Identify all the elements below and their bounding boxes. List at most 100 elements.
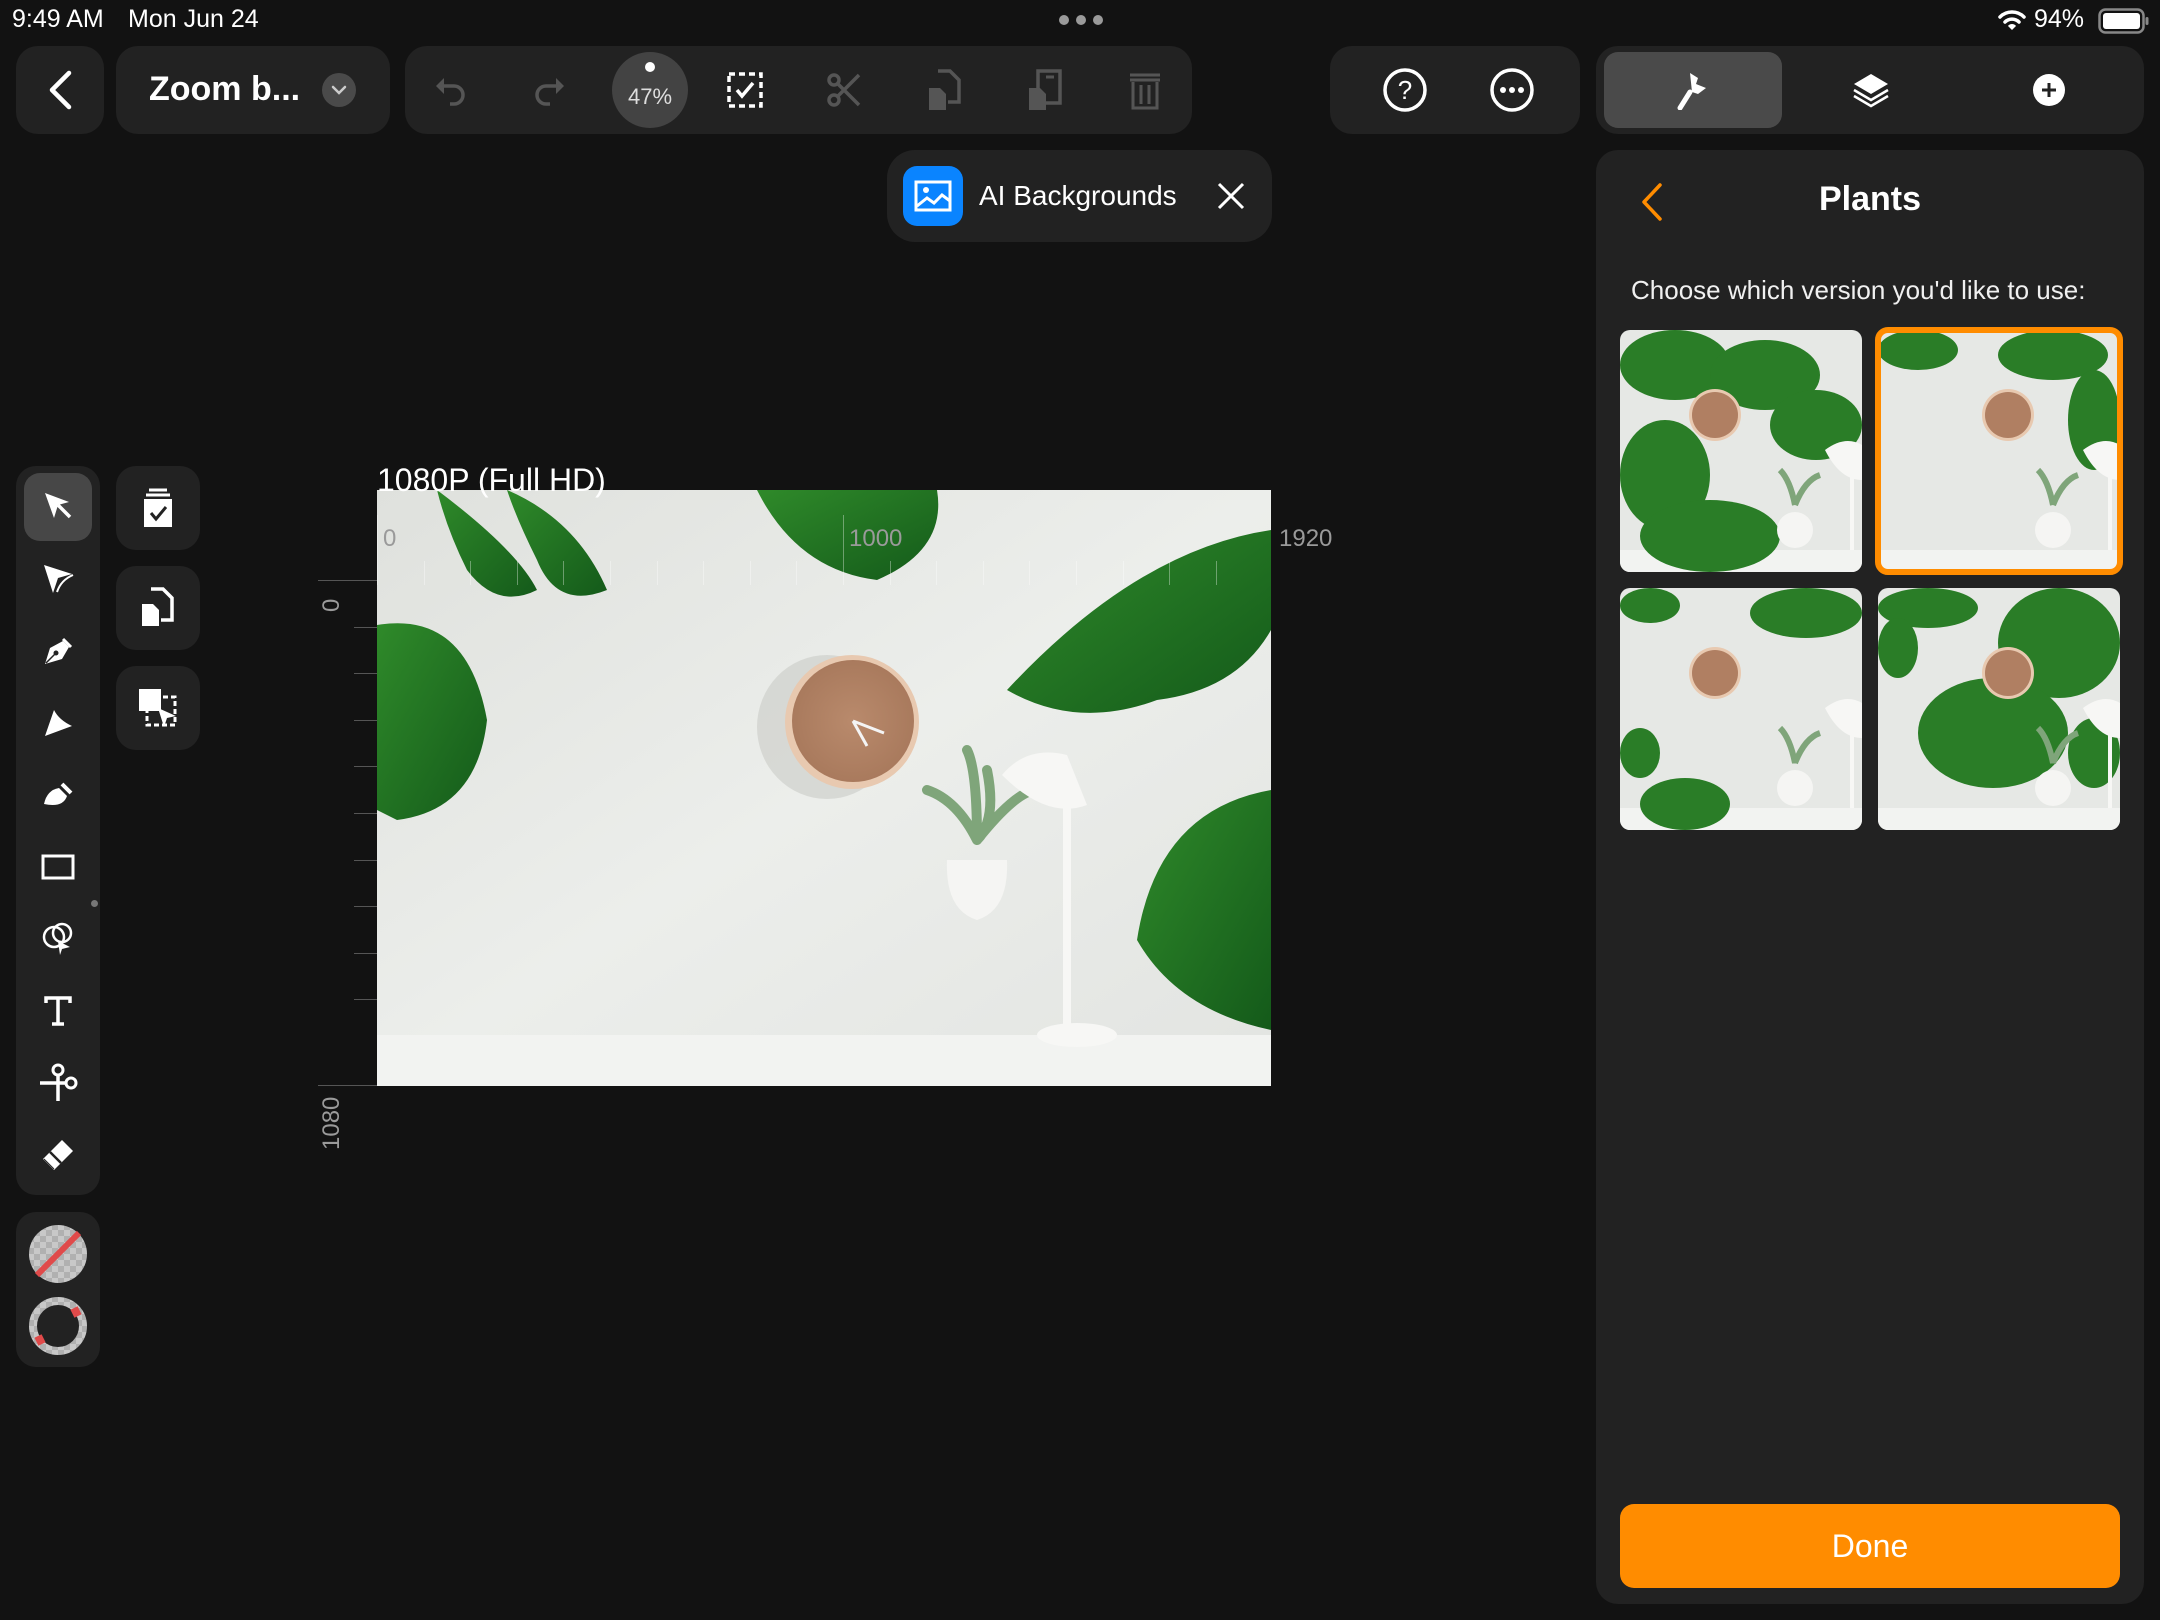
tab-add[interactable] [1960, 52, 2138, 128]
ruler-tick [1169, 561, 1171, 585]
ai-backgrounds-chip: AI Backgrounds [887, 150, 1272, 242]
brush-tool[interactable] [24, 761, 92, 829]
zoom-dot [645, 62, 655, 72]
eraser-tool[interactable] [24, 1121, 92, 1189]
fill-tool[interactable] [24, 905, 92, 973]
brush-icon [1676, 70, 1710, 110]
paste-button[interactable] [1010, 46, 1080, 134]
color-wells [16, 1212, 100, 1367]
shape-tool[interactable] [24, 833, 98, 907]
ruler-label-x1000: 1000 [849, 525, 903, 552]
back-button[interactable] [16, 46, 104, 134]
text-tool[interactable] [24, 977, 92, 1045]
background-option-3[interactable] [1620, 588, 1862, 830]
tab-style[interactable] [1604, 52, 1782, 128]
ai-backgrounds-label: AI Backgrounds [979, 180, 1177, 211]
ruler-tick [354, 673, 377, 675]
paste-icon [1026, 68, 1064, 112]
ruler-label-y0: 0 [318, 598, 345, 612]
stroke-color-well[interactable] [28, 1296, 88, 1356]
ruler-tick [354, 906, 377, 908]
zoom-level: 47% [627, 84, 673, 109]
transform-selection-button[interactable] [116, 666, 200, 750]
node-select-icon [41, 562, 75, 596]
redo-button[interactable] [515, 46, 585, 134]
ruler-tick [354, 859, 377, 861]
eraser-icon [40, 1137, 76, 1173]
duplicate-button[interactable] [116, 566, 200, 650]
tool-rail [16, 466, 100, 1195]
zoom-indicator[interactable]: 47% [612, 52, 688, 128]
wifi-icon [1998, 8, 2026, 32]
cut-button[interactable] [810, 46, 880, 134]
fill-select-icon [40, 921, 76, 957]
redo-icon [532, 72, 568, 108]
undo-icon [432, 72, 468, 108]
background-option-2[interactable] [1875, 327, 2123, 575]
clipboard-check-icon [141, 487, 175, 529]
select-all-icon [726, 71, 764, 109]
battery-percent: 94% [2034, 5, 2085, 33]
undo-button[interactable] [415, 46, 485, 134]
document-title-button[interactable]: Zoom b... [116, 46, 390, 134]
done-label: Done [1831, 1527, 1909, 1564]
close-ai-button[interactable] [1209, 174, 1253, 218]
pencil-tool[interactable] [24, 689, 92, 757]
chevron-down-icon [322, 73, 356, 107]
status-time: 9:49 AM [12, 5, 104, 33]
image-icon [903, 166, 963, 226]
multitask-dots-icon[interactable] [1058, 14, 1104, 26]
ruler-tick [936, 561, 938, 585]
tab-layers[interactable] [1782, 52, 1960, 128]
ellipsis-circle-icon [1489, 67, 1535, 113]
help-button[interactable]: ? [1370, 46, 1440, 134]
selection-tool[interactable] [24, 473, 92, 541]
ruler-tick [354, 813, 377, 814]
vertical-ruler [354, 580, 377, 1086]
scissors-tool[interactable] [24, 1049, 92, 1117]
chevron-left-icon [47, 70, 73, 110]
background-option-1[interactable] [1620, 330, 1862, 572]
paste-checkbox-button[interactable] [116, 466, 200, 550]
status-date: Mon Jun 24 [128, 5, 259, 33]
submenu-dot [91, 900, 98, 907]
plus-circle-icon [2032, 73, 2066, 107]
select-transform-icon [136, 686, 180, 730]
pencil-icon [41, 706, 75, 740]
fill-color-well[interactable] [28, 1224, 88, 1284]
question-circle-icon: ? [1382, 67, 1428, 113]
ruler-tick [796, 561, 798, 585]
cut-icon [826, 71, 864, 109]
pen-nib-icon [41, 634, 75, 668]
ruler-tick [610, 561, 611, 585]
delete-icon [1128, 70, 1162, 110]
ruler-tick [889, 561, 891, 585]
pen-tool[interactable] [24, 617, 92, 685]
node-tool[interactable] [24, 545, 92, 613]
ruler-tick [516, 561, 518, 585]
ruler-tick [703, 561, 705, 585]
panel-prompt: Choose which version you'd like to use: [1631, 275, 2086, 305]
background-option-4[interactable] [1878, 588, 2120, 830]
ruler-tick [1076, 561, 1077, 585]
ruler-tick [318, 1085, 377, 1086]
more-button[interactable] [1477, 46, 1547, 134]
ruler-tick [470, 561, 472, 585]
wall-clock [785, 655, 919, 789]
ruler-ticks [377, 561, 1271, 585]
ruler-tick [354, 952, 377, 954]
ruler-tick [982, 561, 984, 585]
done-button[interactable]: Done [1620, 1504, 2120, 1588]
select-all-button[interactable] [710, 46, 780, 134]
horizontal-ruler: 0 1000 [377, 515, 1271, 585]
ruler-tick [563, 561, 565, 585]
svg-text:?: ? [1398, 75, 1412, 105]
ruler-tick [749, 561, 751, 585]
rectangle-icon [41, 853, 75, 881]
text-icon [43, 995, 73, 1027]
delete-button[interactable] [1110, 46, 1180, 134]
ruler-tick [354, 999, 377, 1001]
close-icon [1217, 182, 1245, 210]
panel-tabs [1596, 46, 2144, 134]
copy-button[interactable] [910, 46, 980, 134]
